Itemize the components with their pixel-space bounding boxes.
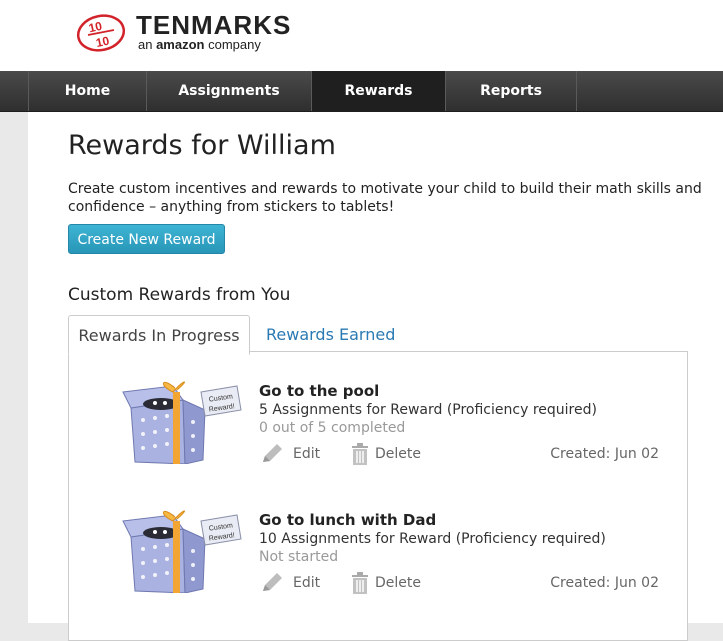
nav-home[interactable]: Home (28, 71, 146, 111)
gift-box-icon: Custom Reward! (122, 381, 242, 464)
tenmarks-logo-icon: 10 10 (76, 14, 126, 52)
reward-item: Custom Reward! Go to lunch with Dad 10 A… (69, 487, 687, 607)
reward-status: 0 out of 5 completed (259, 420, 406, 436)
reward-status: Not started (259, 549, 339, 565)
gift-box-icon: Custom Reward! (122, 510, 242, 593)
trash-icon (352, 443, 368, 465)
main-nav: Home Assignments Rewards Reports (0, 71, 723, 112)
page-title: Rewards for William (68, 130, 336, 161)
created-date: Created: Jun 02 (550, 446, 659, 462)
intro-text: Create custom incentives and rewards to … (68, 181, 702, 215)
tab-rewards-in-progress[interactable]: Rewards In Progress (68, 315, 250, 355)
nav-spacer (576, 71, 723, 111)
edit-button[interactable]: Edit (259, 442, 329, 466)
tenmarks-logo[interactable]: 10 10 TENMARKS an amazon company (76, 8, 290, 64)
header: 10 10 TENMARKS an amazon company (0, 0, 723, 71)
section-title: Custom Rewards from You (68, 285, 291, 305)
created-date: Created: Jun 02 (550, 575, 659, 591)
reward-requirement: 5 Assignments for Reward (Proficiency re… (259, 402, 597, 418)
pencil-icon (263, 573, 282, 591)
nav-rewards[interactable]: Rewards (311, 71, 445, 111)
create-new-reward-button[interactable]: Create New Reward (68, 224, 225, 254)
delete-label: Delete (375, 446, 421, 462)
edit-label: Edit (293, 575, 321, 591)
rewards-list: Custom Reward! Go to the pool 5 Assignme… (68, 351, 688, 641)
tab-rewards-earned[interactable]: Rewards Earned (266, 315, 395, 355)
nav-reports[interactable]: Reports (445, 71, 576, 111)
main-content: Rewards for William Create custom incent… (28, 112, 723, 641)
brand-tagline: an amazon company (138, 37, 261, 52)
reward-requirement: 10 Assignments for Reward (Proficiency r… (259, 531, 606, 547)
delete-label: Delete (375, 575, 421, 591)
nav-assignments[interactable]: Assignments (146, 71, 311, 111)
edit-label: Edit (293, 446, 321, 462)
reward-title: Go to the pool (259, 382, 380, 400)
delete-button[interactable]: Delete (349, 571, 429, 595)
edit-button[interactable]: Edit (259, 571, 329, 595)
trash-icon (352, 572, 368, 594)
delete-button[interactable]: Delete (349, 442, 429, 466)
pencil-icon (263, 444, 282, 462)
reward-item: Custom Reward! Go to the pool 5 Assignme… (69, 358, 687, 478)
reward-title: Go to lunch with Dad (259, 511, 437, 529)
logo-mark-bottom: 10 (95, 34, 111, 51)
